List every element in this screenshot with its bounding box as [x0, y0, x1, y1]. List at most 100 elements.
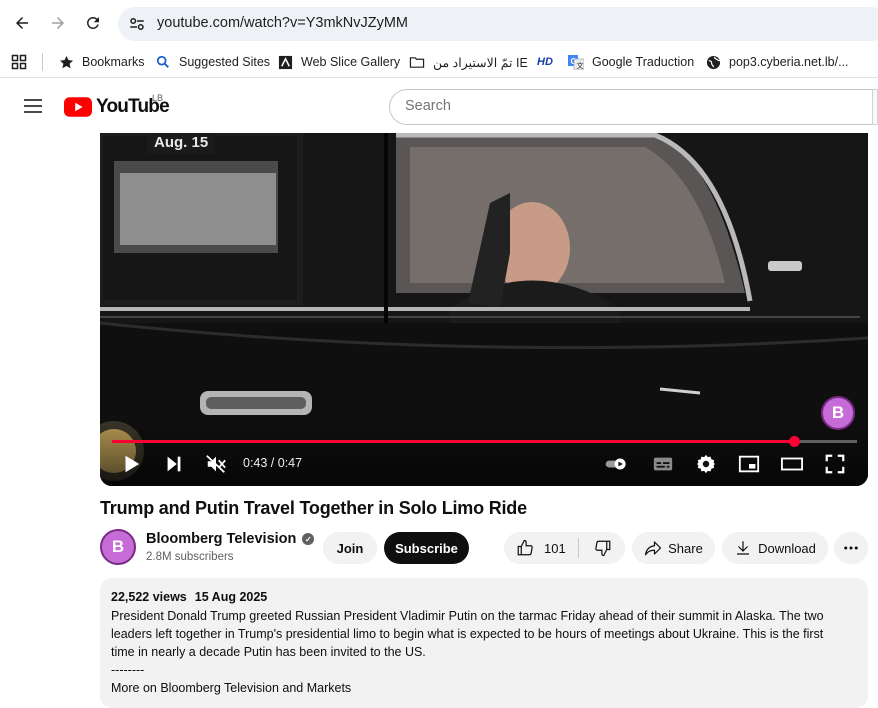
autoplay-toggle[interactable]	[600, 453, 632, 475]
video-title: Trump and Putin Travel Together in Solo …	[100, 498, 527, 518]
hd-icon: HD	[537, 56, 553, 68]
channel-avatar[interactable]: B	[100, 529, 136, 565]
channel-name-row[interactable]: Bloomberg Television ✓	[146, 531, 315, 547]
like-dislike-group: 101	[504, 532, 625, 564]
fullscreen-icon	[825, 454, 845, 474]
fullscreen-button[interactable]	[823, 453, 847, 475]
more-actions-button[interactable]	[834, 532, 868, 564]
description-line: President Donald Trump greeted Russian P…	[111, 609, 824, 623]
bloomberg-watermark-icon[interactable]: B	[821, 396, 855, 430]
download-icon	[737, 541, 750, 555]
site-settings-icon[interactable]	[128, 15, 146, 33]
apps-grid-icon	[11, 54, 27, 70]
bookmark-label: Bookmarks	[82, 55, 145, 69]
forward-arrow-icon	[52, 17, 64, 29]
more-horizontal-icon	[844, 546, 858, 550]
description-line: time in nearly a decade Putin has been i…	[111, 645, 426, 659]
thumbs-up-icon	[517, 539, 533, 556]
next-button[interactable]	[162, 453, 186, 475]
subscribe-button[interactable]: Subscribe	[384, 532, 469, 564]
download-label: Download	[758, 540, 816, 556]
reload-icon	[86, 16, 99, 29]
settings-button[interactable]	[694, 453, 718, 475]
description-line: --------	[111, 663, 145, 677]
gear-icon	[696, 454, 716, 474]
share-label: Share	[668, 540, 703, 556]
back-button[interactable]	[11, 12, 33, 34]
time-display: 0:43 / 0:47	[243, 456, 303, 470]
like-count: 101	[544, 540, 566, 556]
progress-bar[interactable]	[112, 436, 857, 447]
bookmark-label: pop3.cyberia.net.lb/...	[729, 55, 849, 69]
search-box[interactable]	[389, 89, 878, 125]
search-button[interactable]	[872, 89, 878, 125]
description-meta: 22,522 views 15 Aug 2025	[111, 590, 857, 604]
url-text: youtube.com/watch?v=Y3mkNvJZyMM	[157, 15, 409, 31]
description-line: leaders left together in Trump's preside…	[111, 627, 824, 641]
join-button[interactable]: Join	[323, 532, 377, 564]
apps-button[interactable]	[11, 53, 35, 71]
reload-button[interactable]	[82, 12, 104, 34]
bookmark-item-suggested-sites[interactable]: Suggested Sites	[155, 53, 270, 71]
youtube-play-logo-icon	[64, 97, 92, 117]
dislike-button[interactable]	[594, 539, 612, 557]
bookmark-item-web-slice-gallery[interactable]: Web Slice Gallery	[277, 53, 400, 71]
download-button[interactable]: Download	[722, 532, 828, 564]
subscriber-count: 2.8M subscribers	[146, 551, 234, 563]
bookmark-item-bookmarks[interactable]: Bookmarks	[58, 53, 145, 71]
skip-next-icon	[167, 456, 181, 472]
verified-check-icon: ✓	[302, 533, 315, 545]
subtitles-button[interactable]	[651, 453, 675, 475]
forward-button[interactable]	[47, 12, 69, 34]
star-icon	[58, 54, 74, 70]
youtube-header: YouTube LB	[0, 79, 878, 133]
svg-text:文: 文	[577, 61, 584, 70]
folder-icon	[409, 54, 425, 70]
globe-icon	[705, 54, 721, 70]
channel-name[interactable]: Bloomberg Television	[146, 531, 296, 547]
date-overlay: Aug. 15	[147, 133, 216, 154]
bookmark-item-hd[interactable]: HD	[536, 53, 562, 71]
like-divider	[578, 538, 579, 558]
play-button[interactable]	[119, 453, 143, 475]
bookmark-label: Google Traduction	[592, 55, 695, 69]
description-text: President Donald Trump greeted Russian P…	[111, 607, 857, 697]
bookmarks-divider	[42, 53, 43, 71]
bookmark-item-pop3[interactable]: pop3.cyberia.net.lb/...	[705, 53, 849, 71]
volume-muted-icon	[206, 455, 226, 473]
mute-button[interactable]	[204, 453, 228, 475]
bookmark-label: تمّ الاستيراد من IE	[433, 55, 528, 70]
search-input[interactable]	[405, 98, 845, 114]
share-button[interactable]: Share	[632, 532, 715, 564]
back-arrow-icon	[16, 17, 28, 29]
subtitles-icon	[653, 457, 673, 471]
country-code: LB	[152, 93, 164, 103]
video-player[interactable]: Aug. 15 B 0:43 / 0:47	[100, 133, 868, 486]
scrubber-handle[interactable]	[788, 436, 800, 447]
miniplayer-icon	[738, 455, 760, 473]
autoplay-toggle-icon	[605, 458, 626, 470]
bookmark-item-google-traduction[interactable]: G文 Google Traduction	[568, 53, 694, 71]
like-button[interactable]: 101	[516, 539, 566, 557]
upload-date: 15 Aug 2025	[194, 590, 268, 604]
description-line: More on Bloomberg Television and Markets	[111, 681, 352, 695]
address-bar[interactable]: youtube.com/watch?v=Y3mkNvJZyMM	[118, 7, 878, 41]
search-icon	[155, 54, 171, 70]
bookmark-label: Web Slice Gallery	[301, 55, 401, 69]
view-count: 22,522 views	[111, 590, 187, 604]
bookmark-item-ie-import[interactable]: تمّ الاستيراد من IE	[409, 53, 528, 71]
share-icon	[645, 541, 662, 556]
thumbs-down-icon	[594, 540, 611, 557]
theater-mode-icon	[781, 457, 803, 471]
video-frame	[100, 133, 868, 486]
bookmark-label: Suggested Sites	[179, 55, 271, 69]
web-slice-icon	[277, 54, 293, 70]
theater-mode-button[interactable]	[780, 453, 804, 475]
bookmarks-bar: Bookmarks Suggested Sites Web Slice Gall…	[0, 46, 878, 78]
translate-icon: G文	[568, 54, 584, 70]
browser-toolbar: youtube.com/watch?v=Y3mkNvJZyMM	[0, 0, 878, 46]
miniplayer-button[interactable]	[737, 453, 761, 475]
menu-icon[interactable]	[22, 96, 44, 116]
play-icon	[125, 455, 140, 473]
progress-played	[112, 440, 794, 443]
